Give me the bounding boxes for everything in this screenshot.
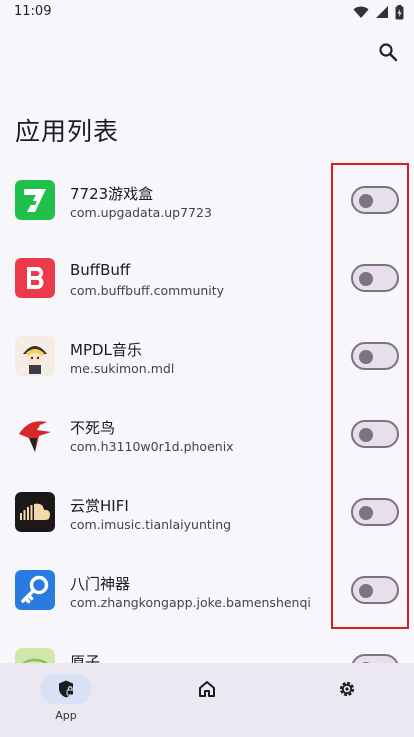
nav-indicator [40, 674, 92, 704]
app-name: 不死鸟 [70, 419, 116, 437]
nav-label: App [55, 709, 77, 722]
search-icon [379, 43, 398, 62]
app-toggle-switch[interactable] [351, 186, 399, 214]
app-name: 八门神器 [70, 575, 131, 593]
nav-indicator [321, 674, 373, 704]
switch-thumb [359, 194, 373, 208]
buffbuff-app-icon [15, 258, 55, 298]
switch-thumb [359, 506, 373, 520]
yuanzi-app-icon [15, 648, 55, 663]
gear-icon [339, 681, 355, 697]
page-title: 应用列表 [15, 117, 120, 146]
app-row[interactable]: 八门神器 com.zhangkongapp.joke.bamenshenqi [0, 550, 414, 628]
battery-icon [395, 4, 404, 19]
app-name: 原子 [70, 653, 101, 663]
soundcloud-app-icon [15, 492, 55, 532]
app-row[interactable]: 云赏HIFI com.imusic.tianlaiyunting [0, 472, 414, 550]
status-bar: 11:09 [0, 0, 414, 26]
switch-thumb [359, 350, 373, 364]
app-toggle-switch[interactable] [351, 576, 399, 604]
app-toggle-switch[interactable] [351, 498, 399, 526]
switch-thumb [359, 584, 373, 598]
app-name: BuffBuff [70, 261, 131, 279]
app-toggle-switch[interactable] [351, 264, 399, 292]
key-app-icon [15, 570, 55, 610]
app-toggle-switch[interactable] [351, 654, 399, 663]
status-icons [353, 4, 404, 20]
app-package: com.h3110w0r1d.phoenix [70, 439, 234, 454]
app-package: com.upgadata.up7723 [70, 205, 212, 220]
7723-app-icon [15, 180, 55, 220]
app-package: com.zhangkongapp.joke.bamenshenqi [70, 595, 311, 610]
app-package: com.imusic.tianlaiyunting [70, 517, 232, 532]
nav-item-home[interactable] [157, 663, 257, 737]
app-row[interactable]: 原子 [0, 628, 414, 663]
signal-icon [376, 6, 388, 18]
mpdl-app-icon [15, 336, 55, 376]
app-list[interactable]: 7723游戏盒 com.upgadata.up7723 BuffBuff com… [0, 160, 414, 663]
switch-thumb [359, 428, 373, 442]
app-name: 7723游戏盒 [70, 185, 154, 203]
app-package: me.sukimon.mdl [70, 361, 175, 376]
bottom-navigation: App [0, 663, 414, 737]
wifi-icon [353, 6, 369, 18]
app-row[interactable]: 不死鸟 com.h3110w0r1d.phoenix [0, 394, 414, 472]
app-package: com.buffbuff.community [70, 283, 225, 298]
switch-thumb [359, 272, 373, 286]
nav-item-app[interactable]: App [16, 663, 116, 737]
nav-indicator [181, 674, 233, 704]
app-row[interactable]: BuffBuff com.buffbuff.community [0, 238, 414, 316]
home-icon [199, 681, 215, 697]
app-row[interactable]: 7723游戏盒 com.upgadata.up7723 [0, 160, 414, 238]
status-time: 11:09 [14, 4, 52, 19]
app-toggle-switch[interactable] [351, 342, 399, 370]
app-row[interactable]: MPDL音乐 me.sukimon.mdl [0, 316, 414, 394]
app-name: MPDL音乐 [70, 341, 142, 359]
search-button[interactable] [374, 38, 402, 66]
shield-lock-icon [59, 680, 74, 698]
nav-item-settings[interactable] [297, 663, 397, 737]
app-name: 云赏HIFI [70, 497, 129, 515]
phoenix-app-icon [15, 414, 55, 454]
app-toggle-switch[interactable] [351, 420, 399, 448]
